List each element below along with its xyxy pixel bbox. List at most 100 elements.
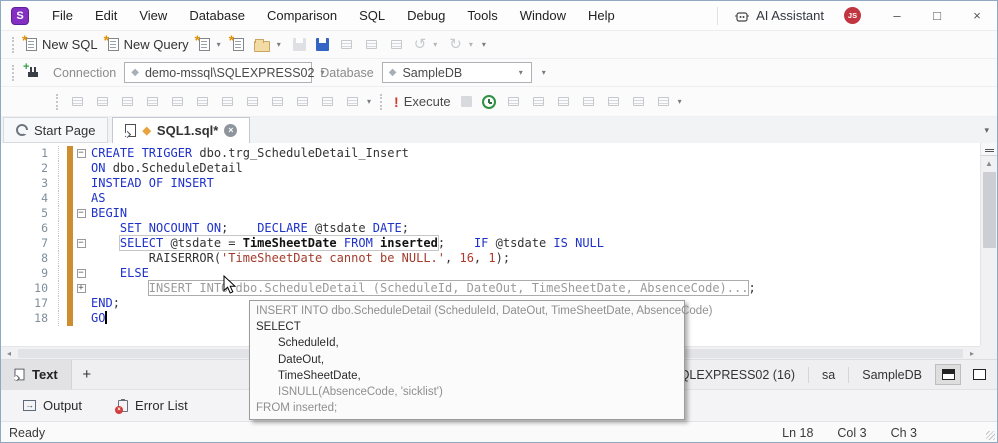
layout-split-button[interactable] [935,364,961,385]
bookmark-button[interactable] [265,90,290,113]
snapshot-button[interactable] [626,90,651,113]
toolbar-overflow-icon[interactable]: ▾ [482,40,486,49]
code-text[interactable]: END; [89,296,120,311]
bookmark-clear-button[interactable] [340,90,365,113]
menu-help[interactable]: Help [577,1,626,30]
code-text[interactable]: SELECT @tsdate = TimeSheetDate FROM inse… [89,235,604,251]
user-avatar[interactable]: JS [844,7,861,24]
new-sql-button[interactable]: New SQL [21,32,103,56]
indent-button[interactable] [190,90,215,113]
tab-start-page[interactable]: Start Page [3,117,109,143]
tab-output[interactable]: → Output [9,390,96,421]
chevron-down-icon[interactable]: ▾ [469,40,473,49]
maximize-button[interactable]: □ [917,1,957,30]
layout-single-button[interactable] [966,364,992,385]
code-line[interactable]: 5 − BEGIN [1,206,980,221]
query-history-button[interactable] [477,90,501,113]
code-line[interactable]: 7 − SELECT @tsdate = TimeSheetDate FROM i… [1,235,980,251]
code-line[interactable]: 9 − ELSE [1,266,980,281]
code-text[interactable]: AS [89,191,105,206]
outdent-button[interactable] [165,90,190,113]
code-text[interactable]: SET NOCOUNT ON; DECLARE @tsdate DATE; [89,221,409,236]
toolbar-overflow-icon[interactable]: ▾ [542,68,546,77]
code-text[interactable]: INSTEAD OF INSERT [89,176,214,191]
chart-button[interactable] [601,90,626,113]
tab-text-results[interactable]: Text [1,360,72,389]
code-text[interactable]: CREATE TRIGGER dbo.trg_ScheduleDetail_In… [89,146,409,161]
comment-button[interactable] [65,90,90,113]
code-text[interactable]: RAISERROR('TimeSheetDate cannot be NULL.… [89,251,510,266]
code-line[interactable]: 3 INSTEAD OF INSERT [1,176,980,191]
fold-collapse-icon[interactable]: − [76,149,86,158]
code-line[interactable]: 2 ON dbo.ScheduleDetail [1,161,980,176]
menu-comparison[interactable]: Comparison [256,1,348,30]
code-text[interactable]: ELSE [89,266,149,281]
tab-sql1[interactable]: ◆ SQL1.sql* × [112,117,251,143]
database-select[interactable]: ◆ SampleDB ▾ [381,62,532,83]
new-document-button[interactable]: ▾ [194,32,228,56]
split-editor-handle[interactable] [981,143,997,156]
fold-collapse-icon[interactable]: − [76,209,86,218]
toolbar-grip[interactable] [56,93,58,110]
resize-grip[interactable] [986,431,995,440]
new-connection-button[interactable]: + [21,61,45,84]
menu-window[interactable]: Window [509,1,577,30]
menu-edit[interactable]: Edit [84,1,128,30]
format-lines-button[interactable] [240,90,265,113]
ai-assistant-button[interactable]: AI Assistant [728,1,830,30]
at-mention-button[interactable] [90,90,115,113]
toolbar-grip[interactable] [12,36,14,53]
format-indent-button[interactable] [215,90,240,113]
add-results-tab-button[interactable]: + [72,366,102,383]
scroll-left-icon[interactable]: ◂ [1,346,17,360]
new-query-button[interactable]: New Query [103,32,194,56]
menu-sql[interactable]: SQL [348,1,396,30]
scroll-up-icon[interactable]: ▲ [985,156,993,170]
fold-collapse-icon[interactable]: − [76,239,86,248]
tab-error-list[interactable]: Error List [104,390,202,421]
chevron-down-icon[interactable]: ▾ [277,40,281,49]
toolbar-overflow-icon[interactable]: ▾ [678,97,682,106]
code-line[interactable]: 6 SET NOCOUNT ON; DECLARE @tsdate DATE; [1,221,980,236]
code-text[interactable]: INSERT INTO dbo.ScheduleDetail (Schedule… [89,280,756,296]
menu-tools[interactable]: Tools [456,1,508,30]
code-text[interactable]: ON dbo.ScheduleDetail [89,161,243,176]
table-add-button[interactable] [551,90,576,113]
connection-select[interactable]: ◆ demo-mssql\SQLEXPRESS02 ▾ [124,62,324,83]
vertical-scrollbar[interactable]: ▲ ▼ [980,143,997,359]
sort-lines-button[interactable] [140,90,165,113]
execute-button[interactable]: ! Execute [389,90,456,113]
fold-collapse-icon[interactable]: − [76,269,86,278]
code-line[interactable]: 10 + INSERT INTO dbo.ScheduleDetail (Sche… [1,280,980,296]
bookmark-prev-button[interactable] [290,90,315,113]
document-edit-button[interactable] [526,90,551,113]
open-file-button[interactable]: ▾ [249,33,288,56]
vertical-scroll-thumb[interactable] [982,172,996,248]
code-text[interactable]: BEGIN [89,206,127,221]
scroll-right-icon[interactable]: ▸ [964,346,980,360]
paste-button[interactable] [384,33,409,56]
toolbar-grip[interactable] [12,64,14,81]
collapsed-region[interactable]: INSERT INTO dbo.ScheduleDetail (Schedule… [147,280,750,296]
toolbar-grip[interactable] [380,93,383,110]
code-text[interactable]: GO [89,311,107,326]
fold-expand-icon[interactable]: + [76,284,86,293]
close-button[interactable]: × [957,1,997,30]
minimize-button[interactable]: – [877,1,917,30]
redo-button[interactable]: ↻ ▾ [444,33,480,56]
menu-database[interactable]: Database [178,1,256,30]
code-line[interactable]: 8 RAISERROR('TimeSheetDate cannot be NUL… [1,251,980,266]
code-line[interactable]: 4 AS [1,191,980,206]
bookmark-overflow-icon[interactable]: ▾ [367,97,371,106]
chevron-down-icon[interactable]: ▾ [433,40,437,49]
chevron-down-icon[interactable]: ▾ [217,40,221,49]
tab-list-chevron-icon[interactable]: ▾ [984,125,989,136]
close-tab-icon[interactable]: × [224,124,238,137]
export-button[interactable] [651,90,676,113]
bookmark-next-button[interactable] [315,90,340,113]
cut-button[interactable] [334,33,359,56]
save-all-button[interactable] [311,33,334,56]
undo-button[interactable]: ↺ ▾ [409,33,445,56]
stop-button[interactable] [456,90,477,113]
save-button[interactable] [288,33,311,56]
